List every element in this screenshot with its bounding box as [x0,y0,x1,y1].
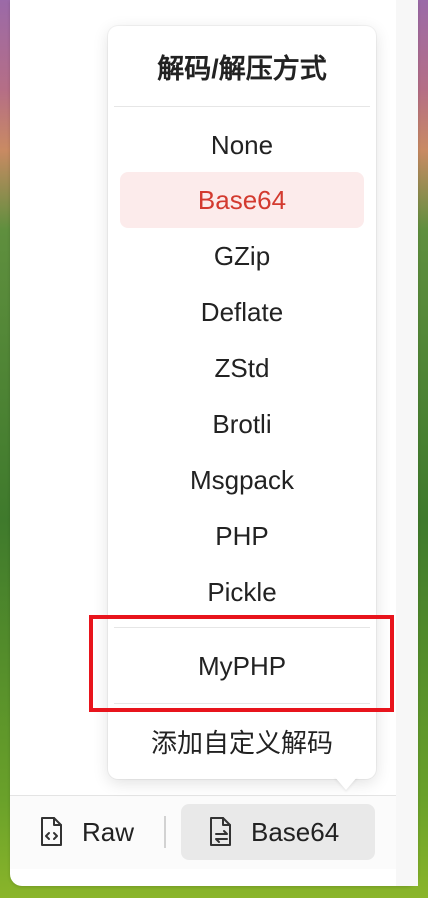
decode-method-button[interactable]: Base64 [181,804,375,860]
menu-item-base64[interactable]: Base64 [120,172,364,228]
file-decode-icon [203,815,237,849]
menu-item-deflate[interactable]: Deflate [120,284,364,340]
raw-view-button[interactable]: Raw [24,804,154,860]
decode-method-label: Base64 [251,816,340,847]
divider [114,106,370,107]
window-edge [396,0,418,886]
divider [114,703,370,704]
popup-title: 解码/解压方式 [157,53,327,84]
divider [114,627,370,628]
menu-item-msgpack[interactable]: Msgpack [120,452,364,508]
menu-item-pickle[interactable]: Pickle [120,564,364,620]
value-format-bar: Raw Base64 [10,795,396,869]
popup-arrow [334,776,358,790]
menu-item-php[interactable]: PHP [120,508,364,564]
file-code-icon [34,815,68,849]
bar-divider [164,816,166,848]
raw-view-label: Raw [82,816,135,847]
menu-item-none[interactable]: None [120,117,364,173]
menu-item-brotli[interactable]: Brotli [120,396,364,452]
menu-item-custom-myphp[interactable]: MyPHP [120,638,364,694]
decode-method-popup: 解码/解压方式 None Base64 GZip Deflate ZStd Br… [108,26,376,779]
add-custom-decoder-button[interactable]: 添加自定义解码 [108,714,376,768]
menu-item-gzip[interactable]: GZip [120,228,364,284]
menu-item-zstd[interactable]: ZStd [120,340,364,396]
